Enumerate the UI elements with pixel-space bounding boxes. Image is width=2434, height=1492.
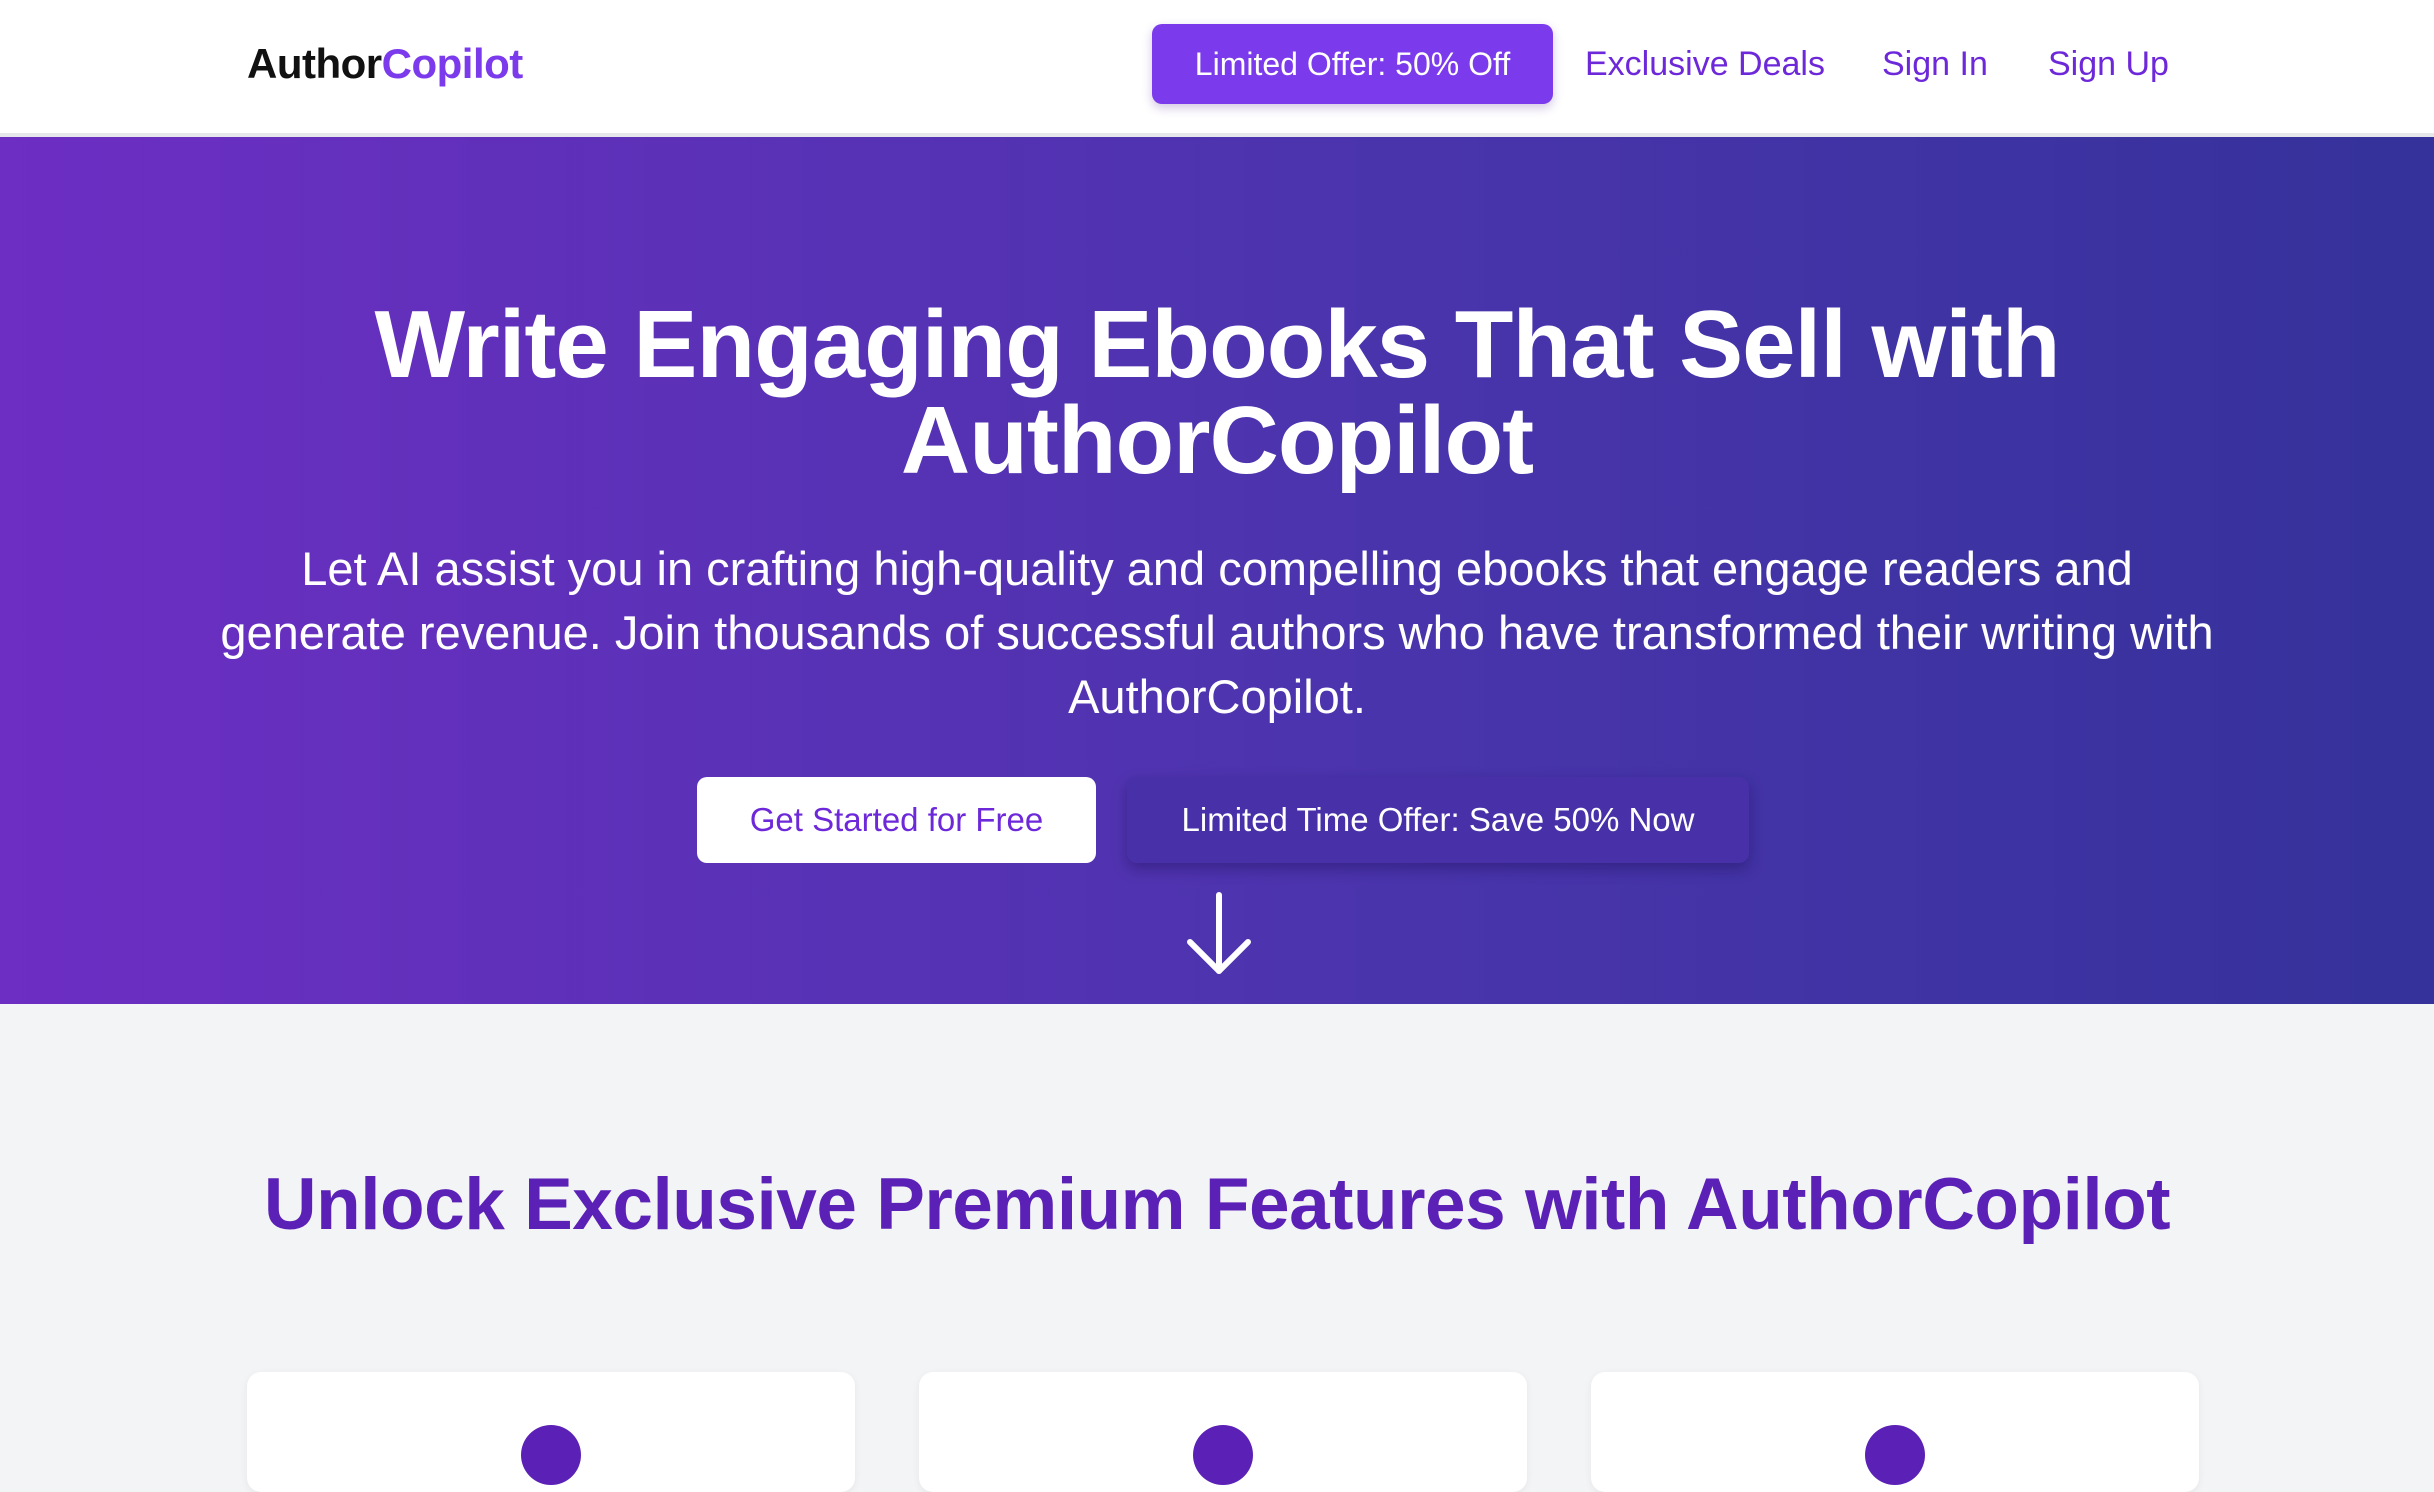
hero-title: Write Engaging Ebooks That Sell with Aut… xyxy=(374,291,2060,494)
sign-up-link[interactable]: Sign Up xyxy=(2048,24,2169,104)
feature-card xyxy=(919,1372,1527,1492)
top-navbar: AuthorCopilot Limited Offer: 50% Off Exc… xyxy=(0,0,2434,137)
sign-in-link[interactable]: Sign In xyxy=(1882,24,1988,104)
feature-circle-icon xyxy=(521,1425,581,1485)
get-started-button[interactable]: Get Started for Free xyxy=(697,777,1096,863)
hero-section: Write Engaging Ebooks That Sell with Aut… xyxy=(0,137,2434,1004)
feature-card xyxy=(1591,1372,2199,1492)
logo-text-author: Author xyxy=(247,40,382,87)
feature-circle-icon xyxy=(1865,1425,1925,1485)
brand-logo[interactable]: AuthorCopilot xyxy=(247,38,523,90)
logo-text-copilot: Copilot xyxy=(381,40,524,87)
limited-offer-button[interactable]: Limited Offer: 50% Off xyxy=(1152,24,1553,104)
arrow-down-icon[interactable] xyxy=(1184,889,1254,979)
feature-circle-icon xyxy=(1193,1425,1253,1485)
feature-card xyxy=(247,1372,855,1492)
exclusive-deals-link[interactable]: Exclusive Deals xyxy=(1585,24,1825,104)
features-title: Unlock Exclusive Premium Features with A… xyxy=(263,1164,2171,1245)
hero-subtitle: Let AI assist you in crafting high-quali… xyxy=(220,542,2214,723)
limited-time-offer-button[interactable]: Limited Time Offer: Save 50% Now xyxy=(1127,777,1749,863)
